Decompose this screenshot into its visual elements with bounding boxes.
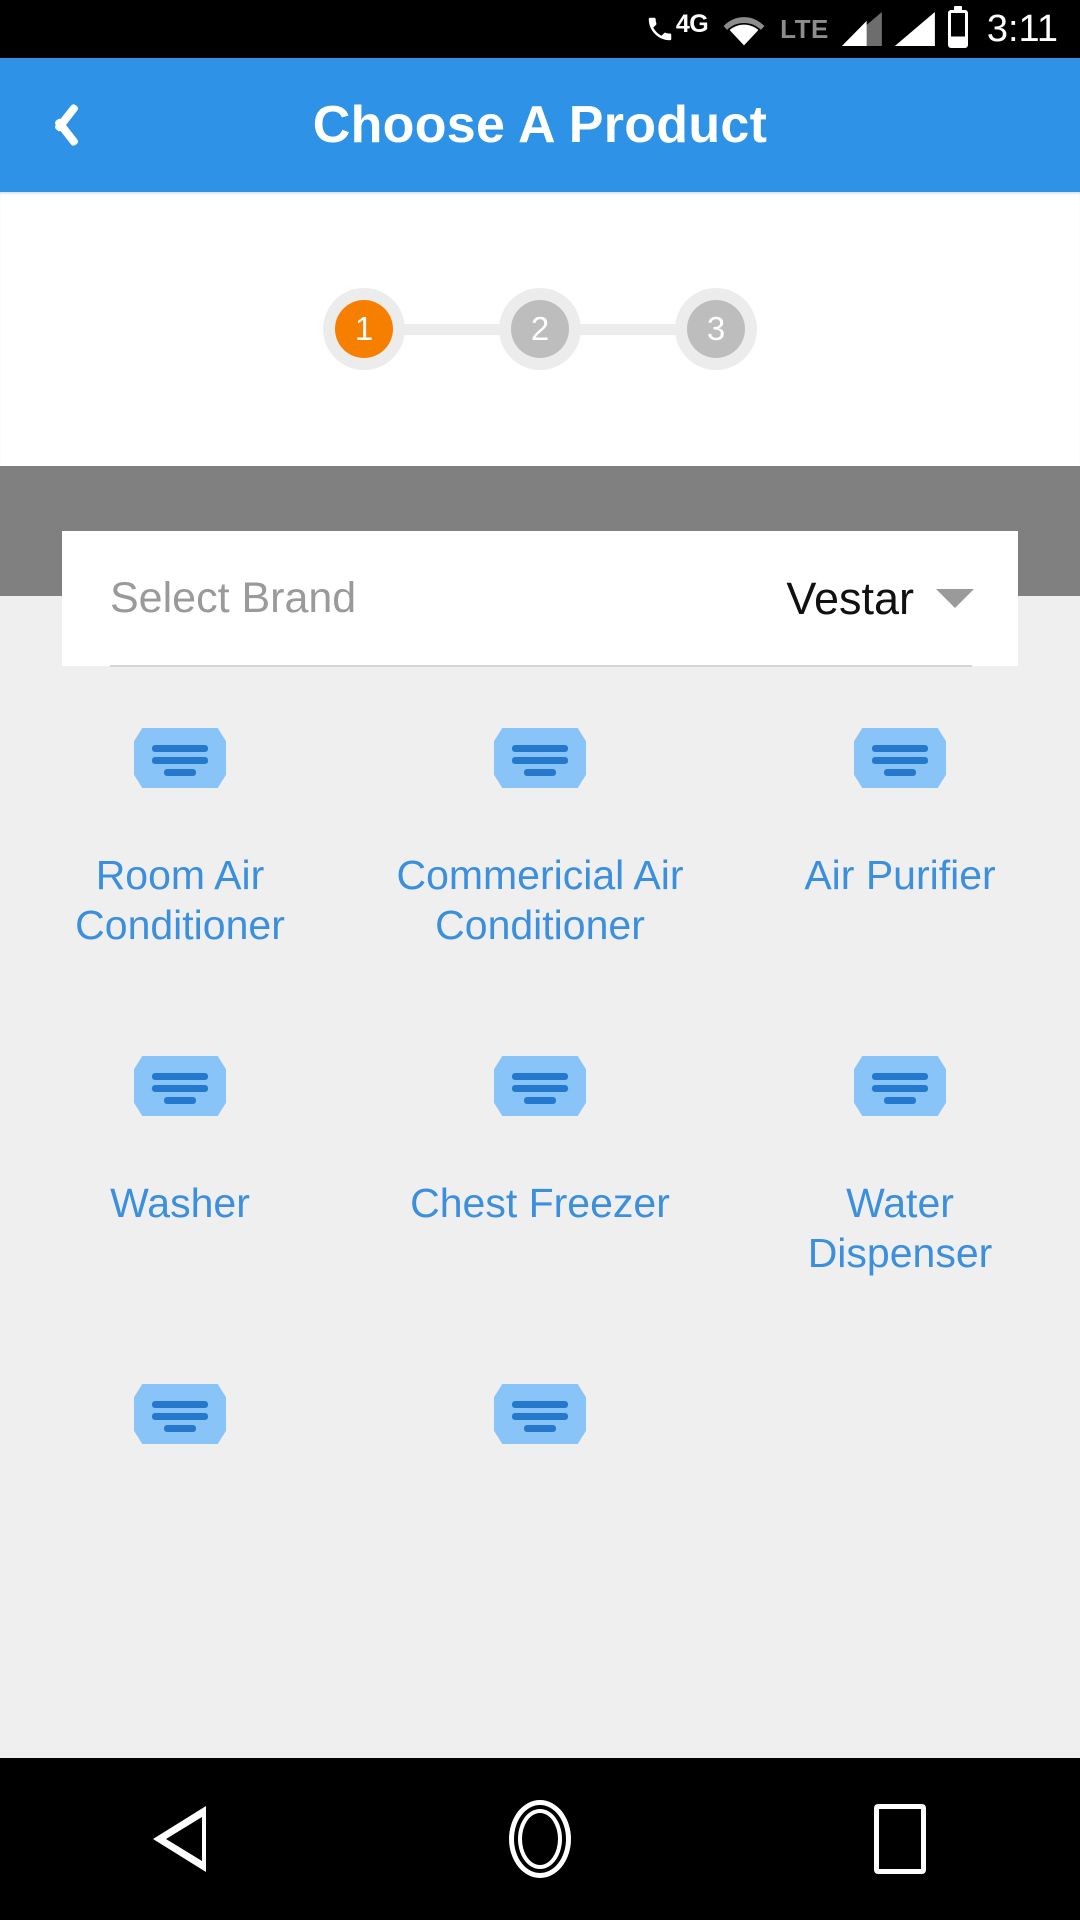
battery-icon bbox=[947, 6, 968, 48]
product-label: Room Air Conditioner bbox=[75, 852, 285, 948]
product-lines-icon bbox=[494, 728, 586, 788]
stepper-step-2[interactable]: 2 bbox=[499, 288, 581, 370]
product-label: Air Purifier bbox=[804, 852, 996, 898]
signal-bars-icon bbox=[894, 12, 935, 46]
clock-time: 3:11 bbox=[986, 7, 1058, 50]
brand-select-dropdown[interactable]: Vestar bbox=[786, 573, 1018, 625]
stepper-step-3[interactable]: 3 bbox=[675, 288, 757, 370]
app-screen: 4G LTE 3:11 Choose A Product 1 2 3 Selec… bbox=[0, 0, 1080, 1920]
product-label: Washer bbox=[110, 1180, 250, 1226]
signal-bars-icon bbox=[841, 12, 882, 46]
product-item-commercial-air-conditioner[interactable]: Commericial Air Conditioner bbox=[360, 710, 720, 1038]
product-item-row3-col2[interactable] bbox=[360, 1366, 720, 1694]
network-type-4g: 4G bbox=[675, 10, 709, 38]
product-item-chest-freezer[interactable]: Chest Freezer bbox=[360, 1038, 720, 1366]
product-lines-icon bbox=[854, 1056, 946, 1116]
stepper-connector bbox=[401, 323, 503, 335]
nav-home-button[interactable] bbox=[450, 1758, 630, 1920]
stepper-step-2-label: 2 bbox=[511, 300, 569, 358]
progress-stepper: 1 2 3 bbox=[0, 192, 1080, 466]
stepper-step-1-label: 1 bbox=[335, 300, 393, 358]
product-item-air-purifier[interactable]: Air Purifier bbox=[720, 710, 1080, 1038]
brand-select-label: Select Brand bbox=[110, 574, 357, 622]
phone-4g-indicator: 4G bbox=[645, 10, 709, 46]
network-type-lte: LTE bbox=[780, 14, 829, 44]
home-circle-icon bbox=[509, 1800, 571, 1878]
product-lines-icon bbox=[134, 1056, 226, 1116]
product-lines-icon bbox=[134, 1384, 226, 1444]
product-item-water-dispenser[interactable]: Water Dispenser bbox=[720, 1038, 1080, 1366]
brand-select-value: Vestar bbox=[786, 572, 914, 624]
brand-select-field[interactable]: Select Brand Vestar bbox=[62, 531, 1018, 666]
stepper-step-1[interactable]: 1 bbox=[323, 288, 405, 370]
recents-square-icon bbox=[874, 1804, 926, 1874]
chevron-down-icon bbox=[936, 589, 974, 608]
nav-back-button[interactable] bbox=[90, 1758, 270, 1920]
stepper-step-3-label: 3 bbox=[687, 300, 745, 358]
brand-select-underline bbox=[110, 665, 972, 667]
product-label: Water Dispenser bbox=[807, 1180, 993, 1276]
product-lines-icon bbox=[494, 1056, 586, 1116]
product-item-row3-col3[interactable] bbox=[720, 1366, 1080, 1694]
product-grid: Room Air Conditioner Commericial Air Con… bbox=[0, 710, 1080, 1758]
status-bar: 4G LTE 3:11 bbox=[0, 0, 1080, 58]
product-item-row3-col1[interactable] bbox=[0, 1366, 360, 1694]
android-nav-bar bbox=[0, 1758, 1080, 1920]
wifi-icon bbox=[721, 12, 767, 46]
app-bar: Choose A Product bbox=[0, 58, 1080, 192]
product-item-washer[interactable]: Washer bbox=[0, 1038, 360, 1366]
product-label: Commericial Air Conditioner bbox=[396, 852, 684, 948]
product-lines-icon bbox=[494, 1384, 586, 1444]
page-title: Choose A Product bbox=[312, 96, 768, 154]
product-lines-icon bbox=[134, 728, 226, 788]
nav-recents-button[interactable] bbox=[810, 1758, 990, 1920]
back-triangle-icon bbox=[153, 1806, 207, 1872]
product-item-room-air-conditioner[interactable]: Room Air Conditioner bbox=[0, 710, 360, 1038]
product-label: Chest Freezer bbox=[410, 1180, 670, 1226]
stepper-connector bbox=[577, 323, 679, 335]
product-lines-icon bbox=[854, 728, 946, 788]
phone-icon bbox=[648, 17, 672, 41]
